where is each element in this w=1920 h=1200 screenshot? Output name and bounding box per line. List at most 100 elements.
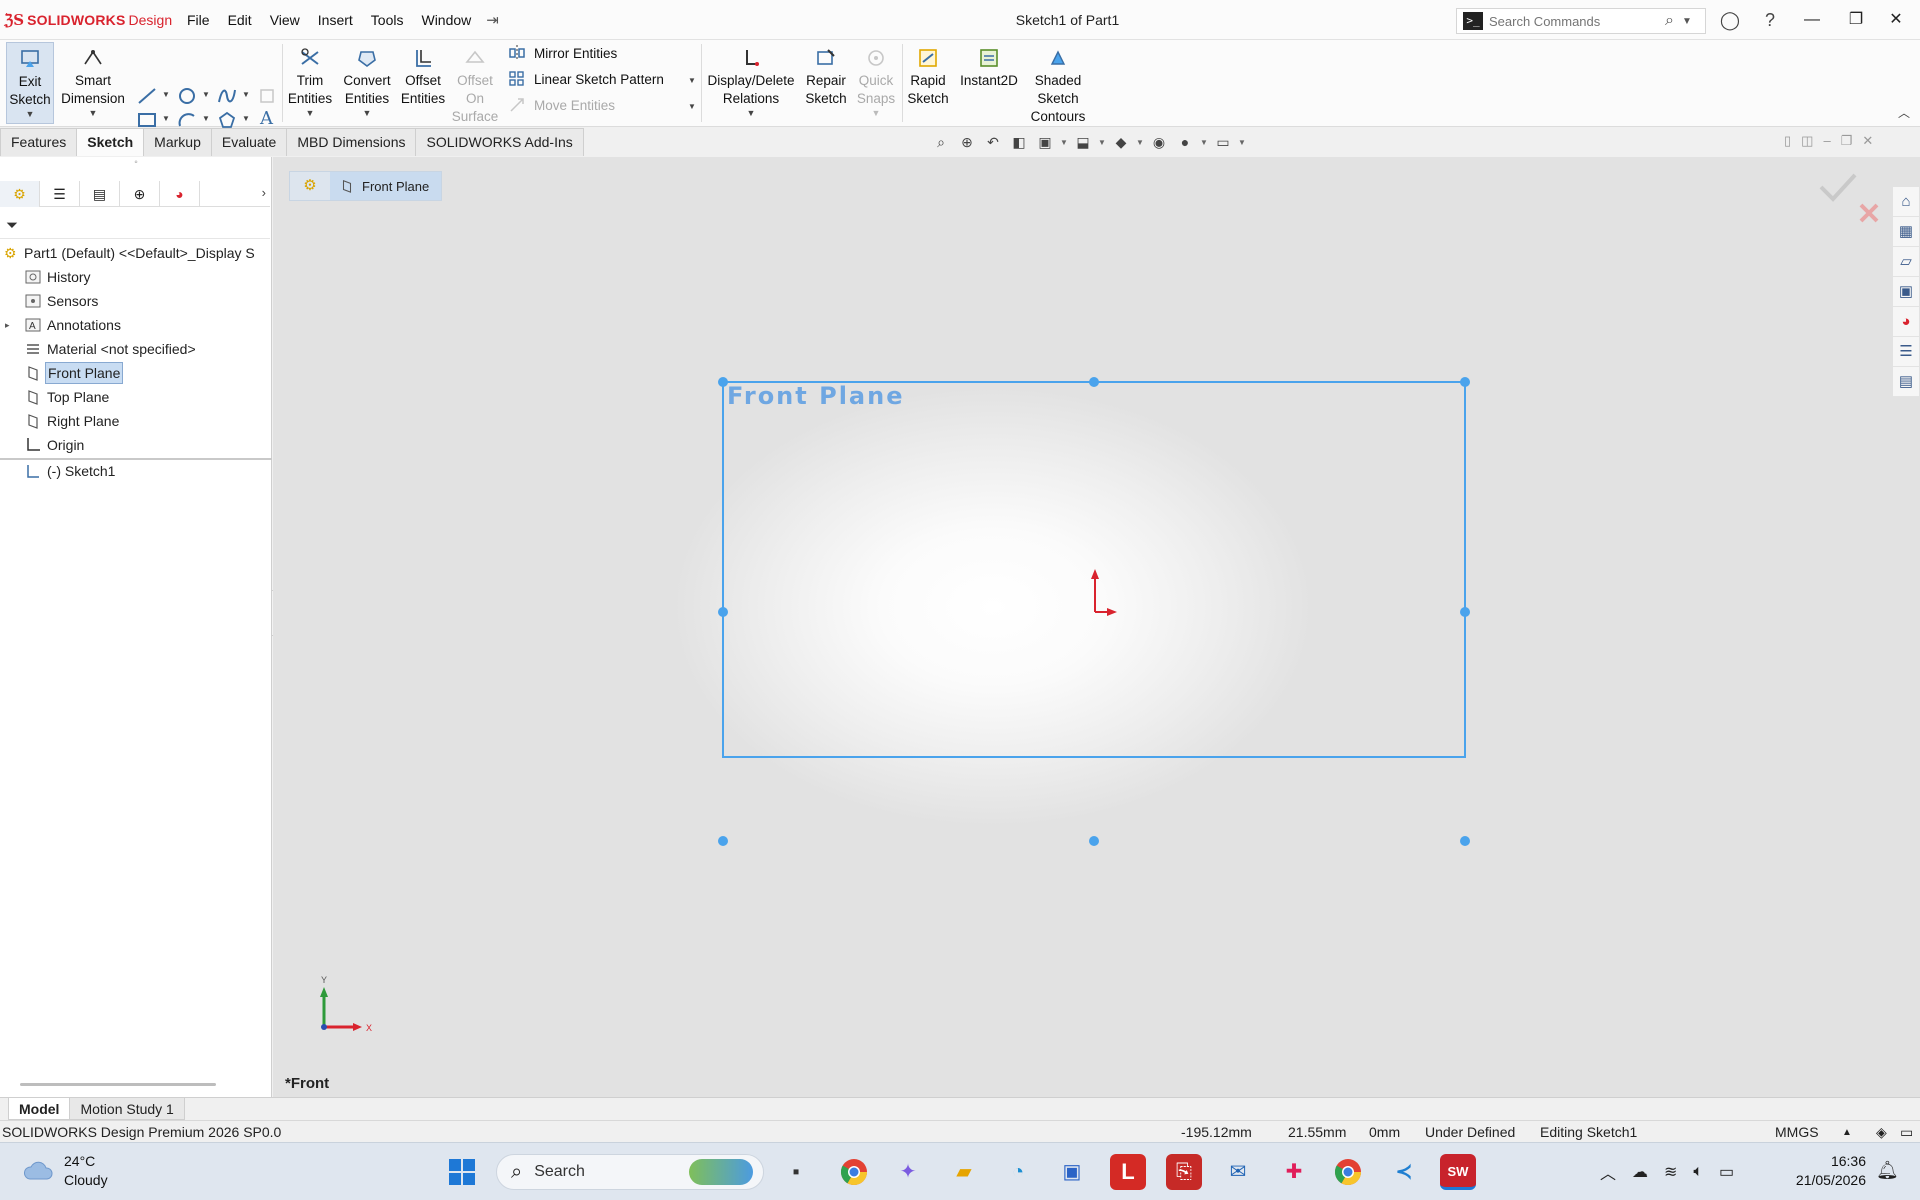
viewport-restore-icon[interactable]: ❐ [1841,133,1853,149]
collapse-ribbon-icon[interactable]: ︿ [1898,104,1910,121]
trim-entities-button[interactable]: Trim Entities ▼ [284,42,336,118]
chevron-right-icon[interactable]: › [262,185,266,200]
chevron-down-icon[interactable]: ▼ [338,108,396,118]
confirm-sketch-icon[interactable] [1819,173,1857,202]
chevron-down-icon[interactable]: ▼ [162,90,170,99]
tab-markup[interactable]: Markup [143,128,212,156]
chevron-down-icon[interactable]: ▼ [1200,138,1208,147]
taskbar-search[interactable]: ⌕ Search [496,1154,764,1190]
plane-handle[interactable] [1460,836,1470,846]
app-l-icon[interactable]: L [1110,1154,1146,1190]
rollback-bar[interactable] [0,458,272,460]
display-delete-relations-button[interactable]: Display/Delete Relations ▼ [704,42,798,118]
graphics-area[interactable]: ⚙ Front Plane Y X Front Plane *Front ⌂ ▦… [273,157,1920,1097]
tab-model[interactable]: Model [8,1098,71,1120]
dimxpert-manager-tab[interactable]: ⊕ [120,181,160,207]
search-commands-box[interactable]: >_ ⌕ ▼ [1456,8,1706,34]
chevron-down-icon[interactable]: ▼ [7,109,53,119]
viewport-close-icon[interactable]: ✕ [1862,133,1873,149]
tab-mbd-dimensions[interactable]: MBD Dimensions [286,128,417,156]
view-settings-icon[interactable]: ▭ [1212,131,1234,153]
minimize-button[interactable]: — [1794,6,1830,34]
chevron-down-icon[interactable]: ▼ [1682,16,1692,27]
tree-item-annotations[interactable]: ▸ A Annotations [0,313,272,337]
chrome-profile-icon[interactable] [1330,1154,1366,1190]
plane-handle[interactable] [1460,377,1470,387]
tile-icon[interactable]: ▯ [1784,133,1791,149]
display-manager-tab[interactable]: ◕ [160,181,200,207]
expand-arrow-icon[interactable]: ▸ [5,313,10,337]
polygon-tool-icon[interactable] [216,110,238,130]
horizontal-scrollbar[interactable] [20,1083,216,1086]
onedrive-offline-icon[interactable]: ☁ [1632,1162,1648,1182]
tab-sketch[interactable]: Sketch [76,128,145,156]
vscode-icon[interactable]: ≺ [1386,1154,1422,1190]
plane-handle[interactable] [1460,607,1470,617]
user-account-icon[interactable]: ◯ [1718,8,1742,32]
sketch-origin-icon[interactable] [1091,569,1117,616]
outlook-icon[interactable]: ✉ [1220,1154,1256,1190]
tab-motion-study-1[interactable]: Motion Study 1 [69,1098,185,1120]
chevron-up-icon[interactable]: ▲ [1842,1127,1852,1138]
rectangle-tool-icon[interactable] [136,110,158,130]
quick-snaps-button[interactable]: Quick Snaps ▼ [852,42,900,118]
rebuild-status-icon[interactable]: ◈ [1876,1124,1887,1141]
plane-handle[interactable] [1089,377,1099,387]
tree-item-material[interactable]: Material <not specified> [0,337,272,361]
tab-evaluate[interactable]: Evaluate [210,128,288,156]
tree-item-sensors[interactable]: Sensors [0,289,272,313]
feature-manager-tab[interactable]: ⚙ [0,181,40,207]
notifications-icon[interactable]: 🔔︎ [1876,1160,1899,1181]
file-explorer-icon[interactable]: ▰ [946,1154,982,1190]
tree-item-sketch1[interactable]: (-) Sketch1 [0,459,272,483]
task-view-icon[interactable]: ▪ [778,1154,814,1190]
repair-sketch-button[interactable]: Repair Sketch [800,42,852,108]
viewport-minimize-icon[interactable]: – [1823,133,1830,149]
circle-tool-icon[interactable] [176,86,198,106]
plane-handle[interactable] [1089,836,1099,846]
tree-item-origin[interactable]: Origin [0,433,272,457]
chevron-down-icon[interactable]: ▼ [704,108,798,118]
tree-root-part[interactable]: ⚙ Part1 (Default) <<Default>_Display S [0,241,272,265]
tab-features[interactable]: Features [0,128,78,156]
linear-sketch-pattern-button[interactable]: Linear Sketch Pattern [508,70,664,88]
solidworks-taskbar-icon[interactable]: SW [1440,1154,1476,1190]
search-commands-input[interactable] [1489,13,1659,29]
system-clock[interactable]: 16:36 21/05/2026 [1770,1152,1866,1190]
smart-dimension-button[interactable]: Smart Dimension ▼ [58,42,128,118]
convert-entities-button[interactable]: Convert Entities ▼ [338,42,396,118]
menu-tools[interactable]: Tools [362,12,413,28]
chevron-down-icon[interactable]: ▼ [688,76,696,85]
zoom-to-fit-icon[interactable]: ⌕ [930,131,952,153]
reference-triad[interactable]: Y X [320,975,372,1033]
move-entities-button[interactable]: Move Entities [508,96,615,114]
menu-view[interactable]: View [261,12,309,28]
tree-item-top-plane[interactable]: Top Plane [0,385,272,409]
front-plane-boundary[interactable] [722,381,1466,758]
start-button[interactable] [444,1154,480,1190]
edge-icon[interactable]: ◔ [1000,1154,1036,1190]
offset-entities-button[interactable]: Offset Entities [396,42,450,108]
chevron-down-icon[interactable]: ▼ [852,108,900,118]
rapid-sketch-button[interactable]: Rapid Sketch [904,42,952,108]
menu-file[interactable]: File [178,12,219,28]
dynamic-annotation-views-icon[interactable]: ▣ [1034,131,1056,153]
plane-handle[interactable] [718,607,728,617]
slack-icon[interactable]: ✚ [1276,1154,1312,1190]
instant2d-button[interactable]: Instant2D [954,42,1024,90]
zoom-to-area-icon[interactable]: ⊕ [956,131,978,153]
hide-show-items-icon[interactable]: ◉ [1148,131,1170,153]
battery-icon[interactable]: ▭ [1719,1162,1734,1182]
chevron-down-icon[interactable]: ▼ [284,108,336,118]
design-library-icon[interactable]: ▦ [1893,217,1919,247]
close-button[interactable]: ✕ [1878,6,1914,34]
chevron-down-icon[interactable]: ▼ [162,114,170,123]
chevron-up-icon[interactable]: ︿ [1600,1160,1616,1184]
tab-solidworks-add-ins[interactable]: SOLIDWORKS Add-Ins [415,128,584,156]
offset-on-surface-button[interactable]: Offset On Surface [450,42,500,126]
chevron-down-icon[interactable]: ▼ [58,108,128,118]
view-orientation-icon[interactable]: ⬓ [1072,131,1094,153]
tooltip-toggle-icon[interactable]: ▭ [1900,1124,1913,1141]
wifi-icon[interactable]: ≋ [1664,1162,1677,1182]
unit-system[interactable]: MMGS [1775,1124,1819,1140]
